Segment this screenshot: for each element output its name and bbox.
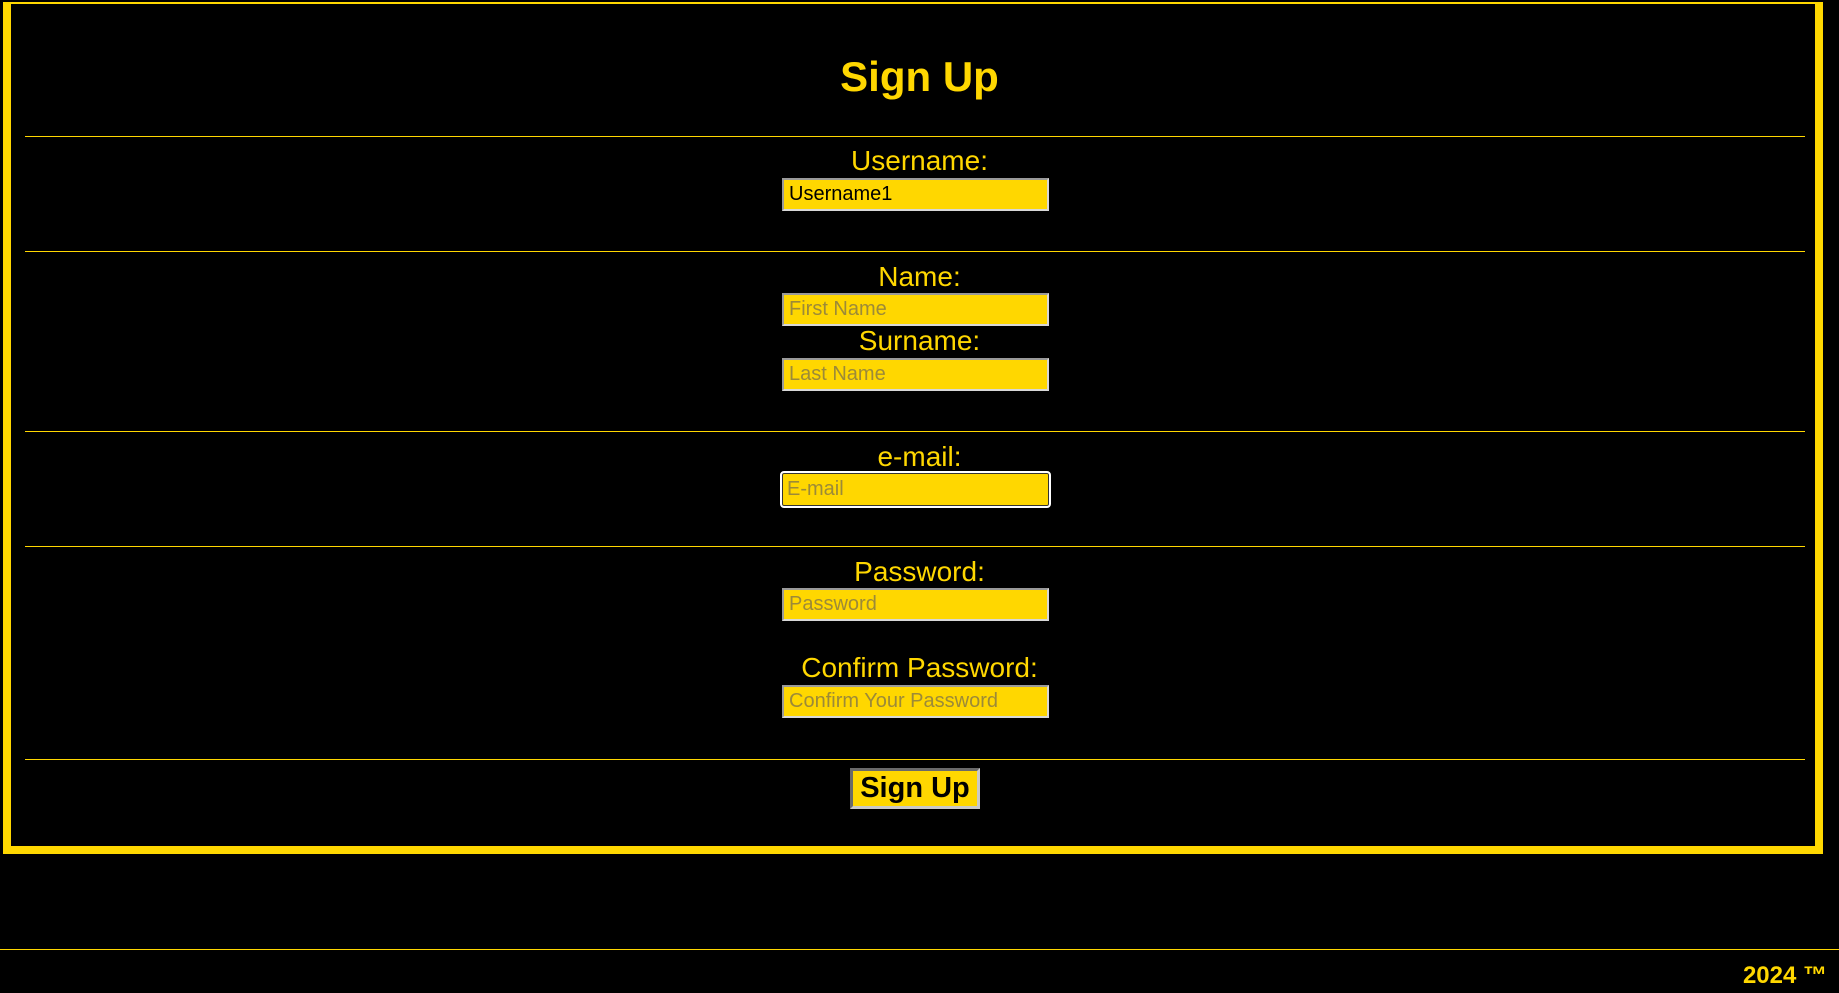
password-input[interactable] — [782, 588, 1049, 621]
confirm-password-label: Confirm Password: — [801, 652, 1038, 683]
signup-form-container — [3, 2, 1823, 854]
first-name-input[interactable] — [782, 293, 1049, 326]
username-input[interactable] — [782, 178, 1049, 211]
email-label: e-mail: — [877, 441, 962, 472]
sign-up-button[interactable]: Sign Up — [850, 768, 980, 809]
username-label: Username: — [851, 145, 988, 176]
section-divider — [25, 251, 1805, 252]
section-divider — [25, 759, 1805, 760]
last-name-input[interactable] — [782, 358, 1049, 391]
name-label: Name: — [878, 261, 961, 292]
email-input[interactable] — [780, 471, 1051, 508]
section-divider — [25, 431, 1805, 432]
section-divider — [25, 546, 1805, 547]
surname-label: Surname: — [858, 325, 981, 356]
section-divider — [25, 136, 1805, 137]
footer-copyright: 2024 ™ — [1742, 962, 1827, 989]
password-label: Password: — [854, 556, 985, 587]
page-title: Sign Up — [840, 53, 999, 100]
confirm-password-input[interactable] — [782, 685, 1049, 718]
footer-divider — [0, 949, 1839, 950]
